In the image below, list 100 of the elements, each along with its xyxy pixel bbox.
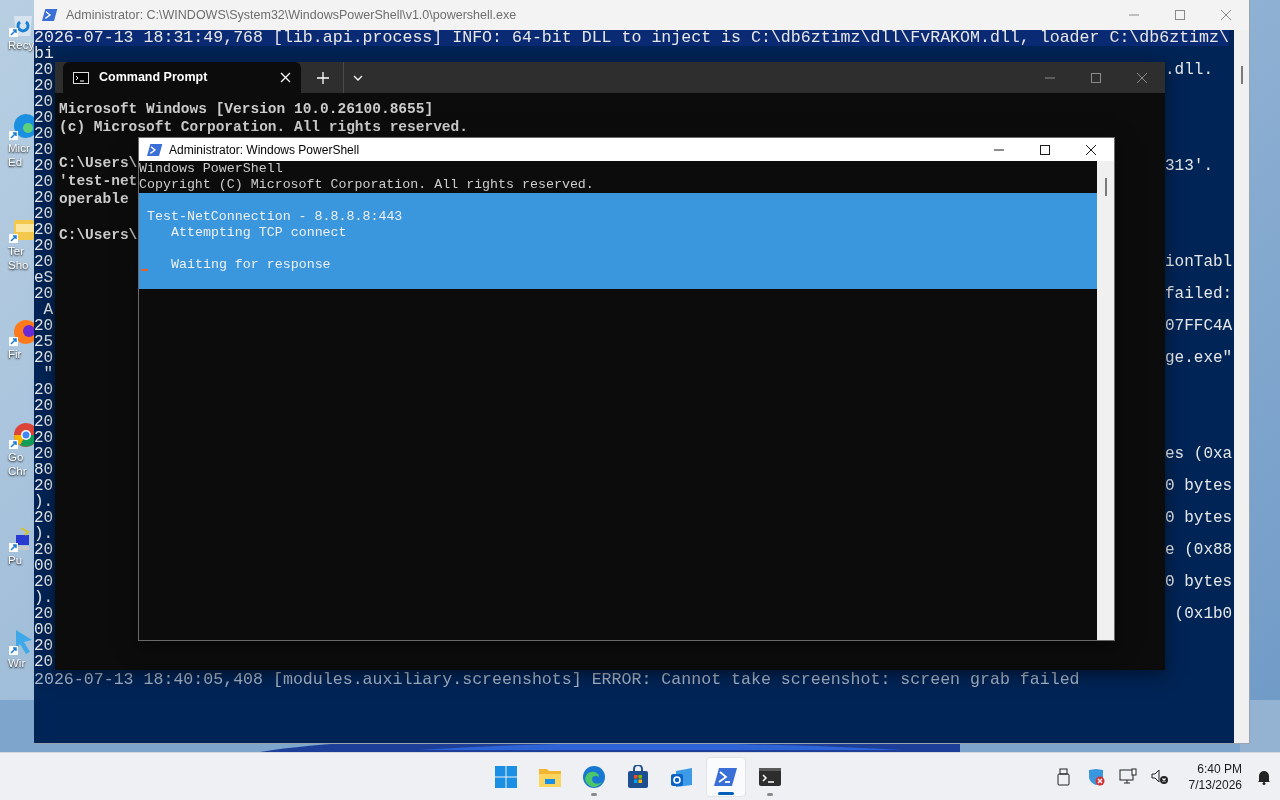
console-line: 20 xyxy=(34,238,54,254)
console-line: 20 xyxy=(34,158,54,174)
console-line: 25 xyxy=(34,334,54,350)
console-line: 20 xyxy=(34,654,54,670)
console-line: 20 xyxy=(34,318,54,334)
shortcut-label: Ed xyxy=(8,155,23,169)
notification-bell-icon[interactable] xyxy=(1256,768,1272,785)
console-line: 20 xyxy=(34,542,54,558)
console-line: 20 xyxy=(34,126,54,142)
maximize-icon xyxy=(1091,72,1101,83)
console-line: Windows PowerShell xyxy=(139,161,284,177)
console-line: es (0xa xyxy=(1165,446,1234,462)
console-line: A xyxy=(42,302,54,318)
console-line: 20 xyxy=(34,62,54,78)
console-line: 20 xyxy=(34,606,54,622)
tab-title: Command Prompt xyxy=(99,69,209,87)
browser-icon xyxy=(582,764,606,789)
console-line: 313'. xyxy=(1165,158,1214,174)
console-line: 20 xyxy=(34,478,54,494)
taskbar-app[interactable] xyxy=(706,756,746,797)
console-line: (c) Microsoft Corporation. All rights reserved. xyxy=(59,118,468,136)
console-line: 0 bytes xyxy=(1165,510,1234,526)
console-line: C:\Users\ xyxy=(59,154,138,172)
console-line: 20 xyxy=(34,286,54,302)
console-line: 20 xyxy=(34,414,54,430)
console-line: 20 xyxy=(34,510,54,526)
console-line: 20 xyxy=(34,222,54,238)
console-line: 00 xyxy=(34,622,54,638)
console-line: 20 xyxy=(34,638,54,654)
shortcut-label: Micr xyxy=(8,141,30,155)
console-line: 20 xyxy=(34,430,54,446)
console-line: 'test-net xyxy=(59,172,138,190)
console-line: 20 xyxy=(34,206,54,222)
powershell-icon xyxy=(42,7,58,23)
chevron-down-icon xyxy=(352,74,363,81)
maximize-icon xyxy=(1040,144,1050,155)
monitor-icon[interactable] xyxy=(1118,767,1137,786)
scrollbar[interactable] xyxy=(1234,30,1249,743)
console-line: 20 xyxy=(34,94,54,110)
shortcut-label: Fir xyxy=(8,347,22,361)
close-icon xyxy=(1085,143,1097,156)
desktop-shortcut[interactable]: Recy xyxy=(0,8,34,111)
console-line: " xyxy=(42,366,54,382)
close-icon xyxy=(1136,71,1148,84)
console-line: 0 bytes xyxy=(1165,478,1234,494)
console-line: failed: xyxy=(1165,286,1234,302)
shortcut-label: Wir xyxy=(8,656,26,670)
clock-time: 6:40 PM xyxy=(1197,760,1242,777)
desktop-shortcut[interactable]: Pu xyxy=(0,523,34,626)
console-line: C:\Users\ xyxy=(59,226,138,244)
console-line: 20 xyxy=(34,254,54,270)
console-line: ). xyxy=(34,590,54,606)
console-line: 20 xyxy=(34,446,54,462)
console-line: 20 xyxy=(34,174,54,190)
console-line: 20 xyxy=(34,350,54,366)
console-line: 2026-07-13 18:40:05,408 [modules.auxiliary.screenshots] ERROR: Cannot take screenshot: screen grab failed xyxy=(34,672,1080,688)
plus-icon xyxy=(317,71,329,84)
store-bag-icon xyxy=(626,764,650,789)
terminal-tab[interactable]: Command Prompt xyxy=(63,62,301,93)
console-icon xyxy=(73,71,89,84)
console-line: 20 xyxy=(34,574,54,590)
window-title: Administrator: C:\WINDOWS\System32\WindowsPowerShell\v1.0\powershell.exe xyxy=(66,6,517,24)
speaker-muted-icon[interactable] xyxy=(1150,767,1169,786)
console-line: ionTabl xyxy=(1165,254,1234,270)
console-line: 07FFC4A xyxy=(1165,318,1234,334)
shortcut-label: Recy xyxy=(8,39,35,51)
console-line: .dll. xyxy=(1165,62,1214,78)
shortcut-label: Sho xyxy=(8,258,29,272)
console-line: 0 bytes xyxy=(1165,574,1234,590)
cursor-mark xyxy=(141,269,148,271)
console-line: 20 xyxy=(34,382,54,398)
close-icon[interactable] xyxy=(280,72,291,83)
console-line: ). xyxy=(34,526,54,542)
close-icon xyxy=(1220,9,1232,21)
console-line: 00 xyxy=(34,558,54,574)
usb-drive-icon[interactable] xyxy=(1054,767,1073,786)
desktop-shortcut[interactable]: Wir xyxy=(0,626,34,729)
console-line: operable xyxy=(59,190,130,208)
console-line: 20 xyxy=(34,78,54,94)
window-title: Administrator: Windows PowerShell xyxy=(169,141,360,159)
powershell-icon xyxy=(147,141,163,158)
console-line: 20 xyxy=(34,190,54,206)
clock[interactable]: 6:40 PM 7/13/2026 xyxy=(1188,760,1242,793)
console-line: 20 xyxy=(34,110,54,126)
scrollbar[interactable] xyxy=(1097,161,1114,640)
shield-icon[interactable] xyxy=(1086,767,1105,786)
console-line: 20 xyxy=(34,142,54,158)
shortcut-label: Chr xyxy=(8,464,27,478)
console-line: Copyright (C) Microsoft Corporation. All rights reserved. xyxy=(139,177,595,193)
console-line: bi xyxy=(34,46,54,62)
progress-title: Test-NetConnection - 8.8.8.8:443 xyxy=(147,209,404,225)
console-line: 80 xyxy=(34,462,54,478)
shortcut-label: Go xyxy=(8,450,24,464)
console-line: (0x1b0 xyxy=(1173,606,1234,622)
shortcut-label: Ter xyxy=(8,244,24,258)
progress-activity: Attempting TCP connect xyxy=(171,225,347,241)
windows-logo-icon xyxy=(494,764,518,789)
shortcut-label: Pu xyxy=(8,553,23,567)
desktop-shortcut[interactable]: Ter Sho xyxy=(0,214,34,317)
console-line: 20 xyxy=(34,398,54,414)
